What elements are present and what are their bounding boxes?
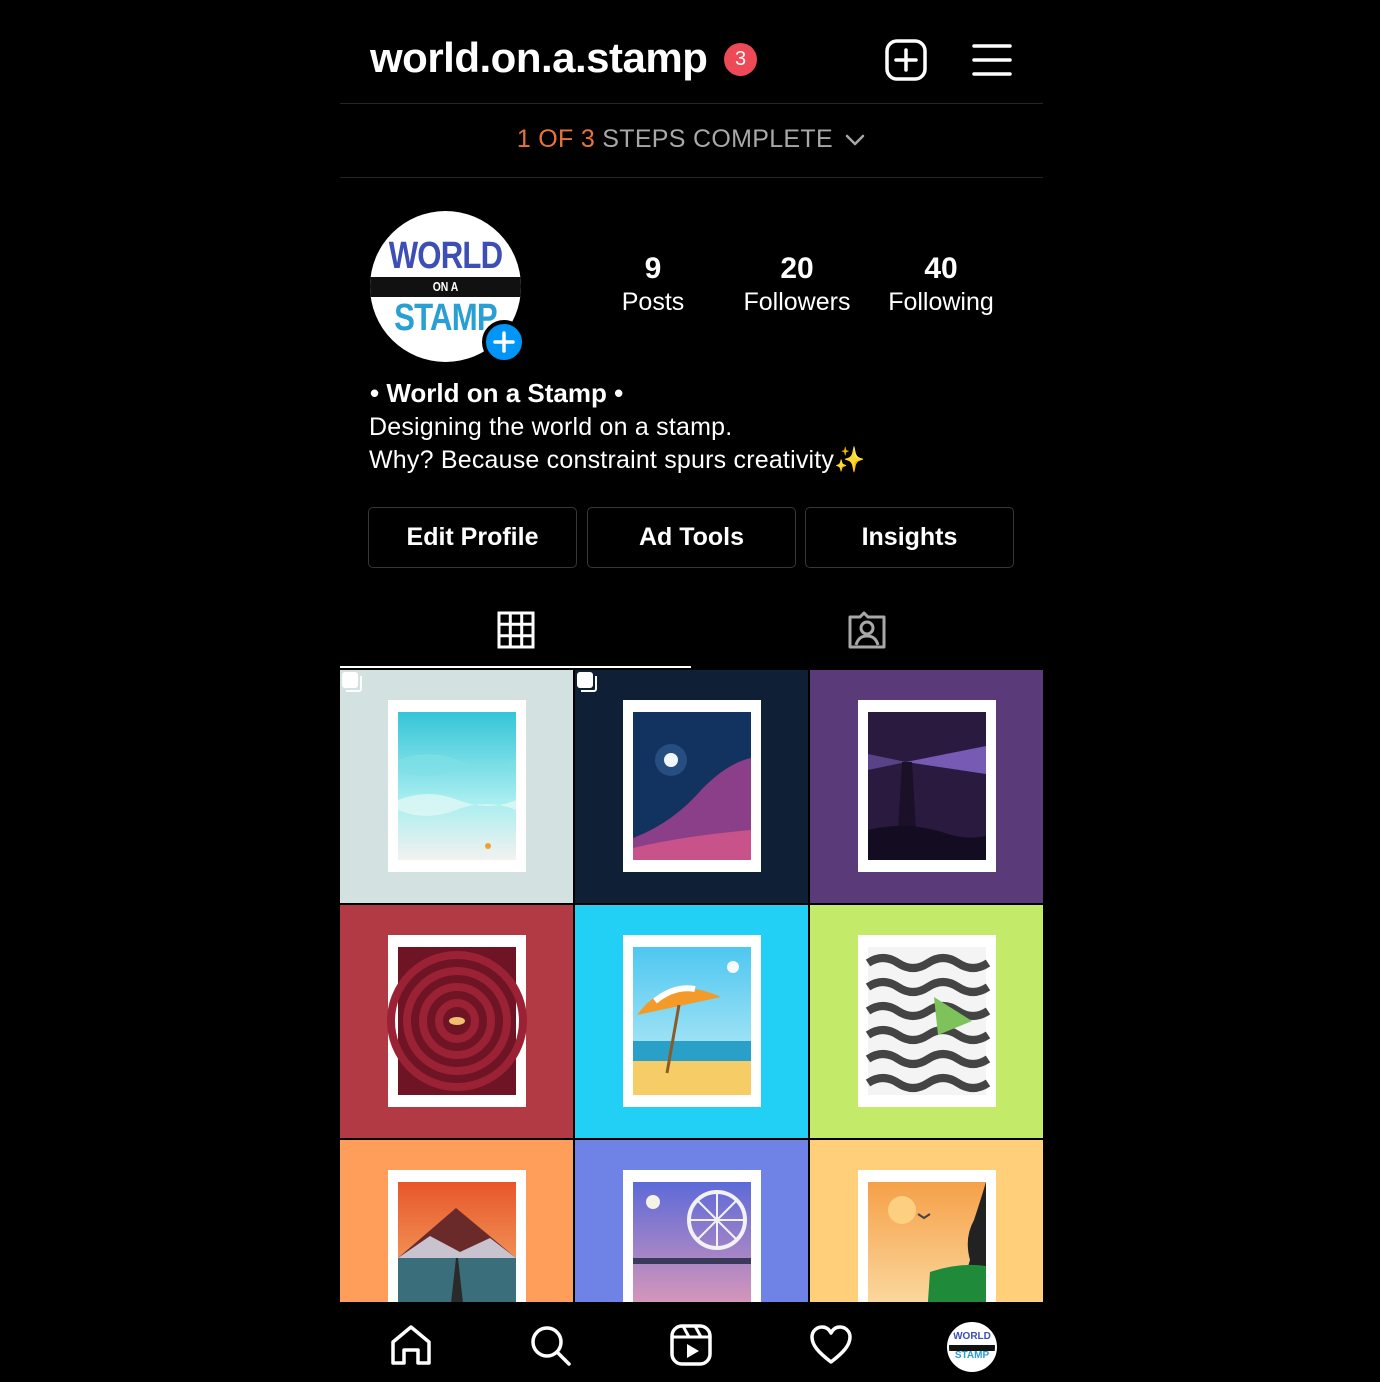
- post-thumbnail[interactable]: [575, 905, 808, 1138]
- following-label: Following: [888, 288, 994, 316]
- chevron-down-icon: [845, 135, 865, 146]
- wave-boat-stamp-image: [858, 935, 996, 1107]
- stat-followers[interactable]: 20 Followers: [722, 252, 872, 317]
- post-thumbnail[interactable]: [340, 670, 573, 903]
- post-thumbnail[interactable]: [810, 1140, 1043, 1302]
- avatar-text-middle: ON A: [432, 279, 459, 294]
- stat-following[interactable]: 40 Following: [866, 252, 1016, 317]
- instagram-profile-screen: world.on.a.stamp 3 1 OF 3 STEPS COMPLETE…: [340, 0, 1043, 1382]
- steps-label: STEPS COMPLETE: [602, 125, 833, 153]
- followers-count: 20: [780, 252, 814, 285]
- grid-icon: [497, 611, 535, 649]
- tab-tagged[interactable]: [691, 595, 1042, 668]
- ferris-wheel-stamp-image: [623, 1170, 761, 1302]
- tab-posts-grid[interactable]: [340, 595, 691, 668]
- edit-profile-button[interactable]: Edit Profile: [368, 507, 577, 568]
- followers-label: Followers: [743, 288, 851, 316]
- spiral-eye-stamp-image: [387, 935, 527, 1107]
- post-thumbnail[interactable]: [340, 905, 573, 1138]
- search-icon[interactable]: [527, 1322, 573, 1368]
- lighthouse-stamp-image: [858, 700, 996, 872]
- home-icon[interactable]: [388, 1322, 434, 1368]
- posts-label: Posts: [621, 288, 685, 316]
- profile-avatar-nav[interactable]: WORLD STAMP: [947, 1322, 997, 1372]
- avatar-text-top: WORLD: [388, 235, 503, 277]
- steps-count: 1 OF 3: [516, 125, 596, 153]
- beach-umbrella-stamp-image: [623, 935, 761, 1107]
- carousel-icon: [577, 672, 597, 692]
- hamburger-menu-icon[interactable]: [970, 38, 1014, 82]
- insights-button[interactable]: Insights: [805, 507, 1014, 568]
- avatar-text-top: WORLD: [953, 1331, 991, 1342]
- sunset-silhouette-stamp-image: [858, 1170, 996, 1302]
- mountain-road-stamp-image: [388, 1170, 526, 1302]
- moon-desert-stamp-image: [623, 700, 761, 872]
- avatar-text-bottom: STAMP: [954, 1350, 990, 1361]
- notification-badge[interactable]: 3: [724, 43, 757, 76]
- tagged-person-icon: [848, 611, 886, 649]
- following-count: 40: [924, 252, 958, 285]
- post-thumbnail[interactable]: [340, 1140, 573, 1302]
- onboarding-steps-bar[interactable]: 1 OF 3 STEPS COMPLETE: [340, 105, 1043, 178]
- ad-tools-button[interactable]: Ad Tools: [587, 507, 796, 568]
- bio-line: Designing the world on a stamp.: [369, 413, 733, 441]
- plus-square-icon[interactable]: [884, 38, 928, 82]
- bio-line: Why? Because constraint spurs creativity…: [369, 446, 866, 474]
- heart-icon[interactable]: [808, 1322, 854, 1368]
- post-thumbnail[interactable]: [575, 1140, 808, 1302]
- posts-count: 9: [644, 252, 662, 285]
- top-header: world.on.a.stamp 3: [340, 0, 1043, 104]
- add-story-plus-icon[interactable]: [482, 320, 526, 364]
- posts-grid: [340, 670, 1043, 1302]
- post-thumbnail[interactable]: [575, 670, 808, 903]
- stat-posts[interactable]: 9 Posts: [578, 252, 728, 317]
- post-thumbnail[interactable]: [810, 905, 1043, 1138]
- bottom-navigation: WORLD STAMP: [340, 1302, 1043, 1382]
- post-thumbnail[interactable]: [810, 670, 1043, 903]
- bio-display-name: • World on a Stamp •: [370, 378, 624, 408]
- account-username[interactable]: world.on.a.stamp: [370, 34, 708, 82]
- beach-waves-stamp-image: [388, 700, 526, 872]
- carousel-icon: [342, 672, 362, 692]
- reels-icon[interactable]: [668, 1322, 714, 1368]
